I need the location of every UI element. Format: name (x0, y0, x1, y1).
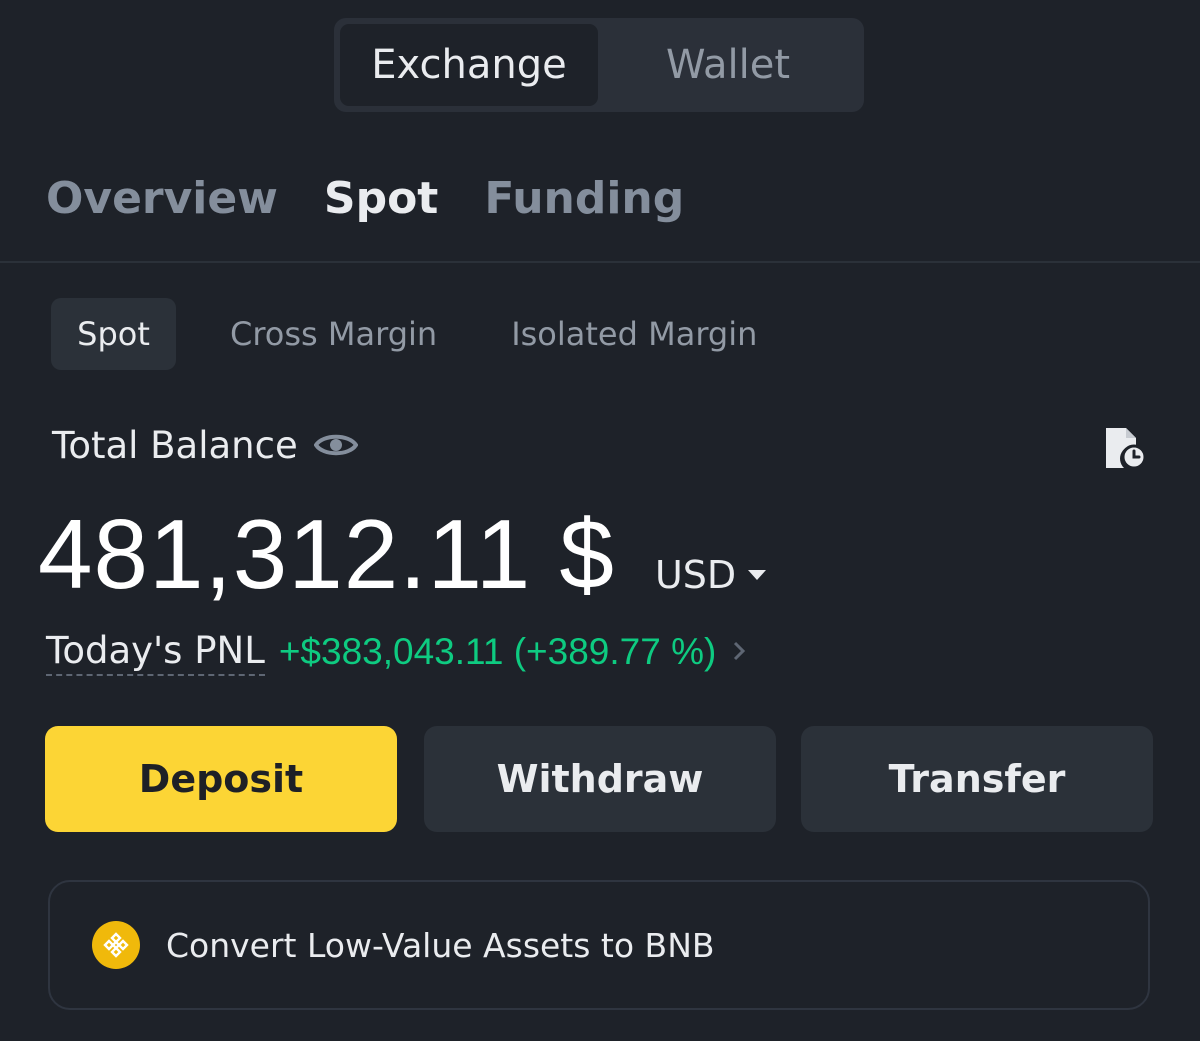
balance-row: 481,312.11 $ USD (38, 498, 767, 609)
withdraw-button[interactable]: Withdraw (424, 726, 776, 832)
convert-banner-text: Convert Low-Value Assets to BNB (166, 925, 715, 965)
subtab-isolated-margin[interactable]: Isolated Margin (511, 315, 757, 353)
pnl-row: Today's PNL +$383,043.11 (+389.77 %) (46, 624, 746, 680)
tabs-divider (0, 261, 1200, 263)
balance-header: Total Balance (52, 420, 359, 470)
sub-tabs: Spot Cross Margin Isolated Margin (51, 298, 831, 370)
wallet-tab[interactable]: Wallet (598, 24, 858, 106)
bnb-logo-icon (92, 921, 140, 969)
pnl-value: +$383,043.11 (+389.77 %) (278, 631, 717, 672)
currency-label: USD (654, 553, 737, 597)
tab-funding[interactable]: Funding (484, 173, 684, 224)
chevron-right-icon[interactable] (732, 633, 746, 671)
total-balance-value: 481,312.11 $ (38, 499, 615, 609)
deposit-button[interactable]: Deposit (45, 726, 397, 832)
document-clock-icon[interactable] (1102, 424, 1148, 472)
transfer-button[interactable]: Transfer (801, 726, 1153, 832)
tab-overview[interactable]: Overview (46, 173, 278, 224)
subtab-spot[interactable]: Spot (51, 298, 176, 370)
total-balance-label: Total Balance (52, 423, 298, 467)
convert-to-bnb-banner[interactable]: Convert Low-Value Assets to BNB (48, 880, 1150, 1010)
tab-spot[interactable]: Spot (324, 173, 438, 224)
exchange-tab[interactable]: Exchange (340, 24, 598, 106)
main-tabs: Overview Spot Funding (46, 168, 730, 228)
subtab-cross-margin[interactable]: Cross Margin (230, 315, 437, 353)
currency-dropdown[interactable]: USD (654, 553, 767, 597)
caret-down-icon (748, 570, 767, 580)
eye-icon[interactable] (313, 430, 359, 460)
wallet-page: Exchange Wallet Overview Spot Funding Sp… (0, 0, 1200, 1041)
pnl-label[interactable]: Today's PNL (46, 629, 265, 676)
account-switch: Exchange Wallet (334, 18, 864, 112)
